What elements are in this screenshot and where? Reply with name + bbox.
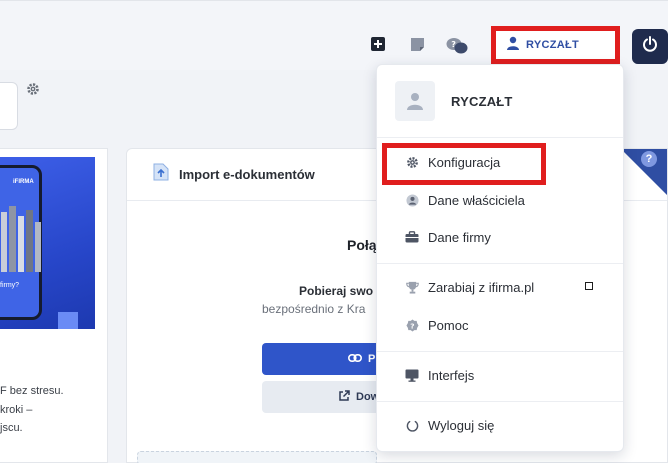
import-heading: Połą (347, 237, 377, 253)
link-icon (348, 353, 362, 366)
menu-divider (377, 401, 623, 402)
help-badge-icon: ? (405, 318, 419, 332)
download-button[interactable]: Dow (262, 381, 392, 413)
user-dropdown-menu: RYCZAŁT Konfiguracja Dane właściciela Da… (376, 64, 624, 452)
user-icon (506, 36, 520, 55)
menu-item-interfejs[interactable]: Interfejs (377, 360, 623, 390)
import-description: bezpośrednio z Kra (262, 302, 366, 316)
partial-input-field[interactable] (0, 82, 18, 130)
file-upload-icon (153, 163, 169, 186)
dropdown-user-header: RYCZAŁT (377, 65, 623, 138)
menu-item-label: Wyloguj się (428, 417, 495, 433)
import-subheading: Pobieraj swo (299, 284, 374, 298)
svg-text:?: ? (410, 321, 414, 330)
power-icon (642, 36, 658, 57)
user-menu-label: RYCZAŁT (526, 39, 580, 51)
menu-item-pomoc[interactable]: ? Pomoc (377, 310, 623, 340)
promo-text-line: kroki – (0, 404, 33, 416)
promo-banner[interactable]: iFIRMA firmy? (0, 157, 95, 329)
menu-item-label: Dane właściciela (428, 192, 525, 208)
menu-item-label: Dane firmy (428, 229, 491, 245)
menu-item-label: Zarabiaj z ifirma.pl (428, 279, 535, 295)
logout-icon (405, 418, 419, 432)
avatar (395, 81, 435, 121)
menu-item-wyloguj[interactable]: Wyloguj się (377, 410, 623, 440)
external-link-icon (338, 389, 350, 405)
menu-divider (377, 351, 623, 352)
power-button[interactable] (632, 29, 668, 64)
phone-illustration (0, 165, 42, 320)
promo-text-line: jscu. (0, 422, 23, 434)
menu-item-dane-firmy[interactable]: Dane firmy (377, 222, 623, 252)
menu-item-dane-wlasciciela[interactable]: Dane właściciela (377, 185, 623, 215)
briefcase-icon (405, 230, 419, 244)
dropdown-user-name: RYCZAŁT (451, 93, 513, 109)
settings-gear-icon[interactable] (26, 82, 40, 96)
import-card-title: Import e-dokumentów (179, 167, 315, 182)
help-question-icon[interactable]: ? (641, 151, 657, 167)
trophy-icon (405, 280, 419, 294)
plus-square-icon[interactable] (371, 37, 387, 53)
small-checkbox[interactable] (585, 282, 593, 290)
sticky-note-icon[interactable] (410, 37, 426, 53)
user-circle-icon (405, 193, 419, 207)
menu-item-label: Interfejs (428, 367, 475, 383)
promo-brand: iFIRMA (13, 179, 34, 185)
top-bar: ? RYCZAŁT (0, 0, 668, 70)
promo-text-line: F bez stresu. (0, 385, 64, 397)
connect-button[interactable]: P (262, 343, 392, 375)
menu-item-label: Pomoc (428, 317, 469, 333)
highlight-box (382, 143, 546, 185)
promo-decor (58, 312, 78, 329)
promo-card: iFIRMA firmy? F bez stresu. kroki – jscu… (0, 148, 108, 463)
promo-question: firmy? (0, 282, 20, 289)
connect-button-label: P (368, 353, 376, 365)
chat-bubbles-icon[interactable]: ? (446, 37, 468, 54)
dropzone-area[interactable] (137, 451, 377, 463)
user-menu-button[interactable]: RYCZAŁT (491, 26, 620, 64)
monitor-icon (405, 368, 419, 382)
menu-divider (377, 263, 623, 264)
